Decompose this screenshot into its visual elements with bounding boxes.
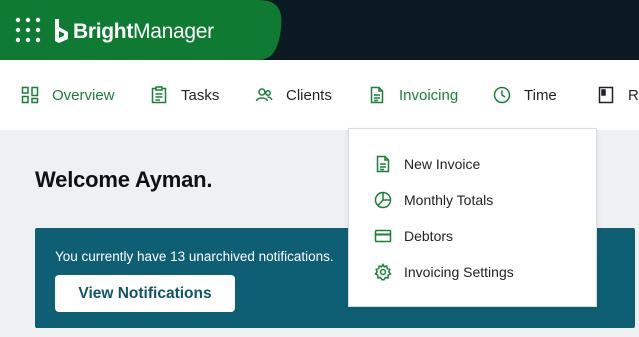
menu-label-monthly-totals: Monthly Totals [404, 192, 494, 208]
app-launcher-icon[interactable] [14, 15, 42, 45]
notifications-message: You currently have 13 unarchived notific… [55, 249, 334, 264]
nav-label-invoicing: Invoicing [399, 86, 459, 104]
clock-icon [493, 86, 511, 104]
nav-item-overview[interactable]: Overview [21, 60, 115, 130]
page-title: Welcome Ayman. [35, 167, 213, 192]
credit-card-icon [374, 227, 392, 245]
app-header: BrightManager [0, 0, 639, 60]
nav-label-clients: Clients [286, 86, 332, 104]
menu-item-monthly-totals[interactable]: Monthly Totals [349, 182, 598, 218]
nav-item-tasks[interactable]: Tasks [150, 60, 219, 130]
nav-label-overview: Overview [52, 86, 115, 104]
invoicing-dropdown-menu: New Invoice Monthly Totals Debtors Invoi… [348, 128, 597, 307]
document-icon [374, 155, 392, 173]
logo-text-bold: Bright [73, 19, 134, 43]
logo-b-icon [55, 19, 68, 43]
nav-item-invoicing[interactable]: Invoicing [368, 60, 458, 130]
nav-item-clients[interactable]: Clients [255, 60, 332, 130]
report-icon [597, 86, 615, 104]
menu-item-new-invoice[interactable]: New Invoice [349, 146, 598, 182]
users-icon [255, 86, 273, 104]
menu-label-invoicing-settings: Invoicing Settings [404, 264, 514, 280]
menu-item-invoicing-settings[interactable]: Invoicing Settings [349, 254, 598, 290]
nav-item-reports[interactable]: Re [597, 60, 639, 130]
clipboard-icon [150, 86, 168, 104]
menu-label-new-invoice: New Invoice [404, 156, 481, 172]
gear-icon [374, 263, 392, 281]
brightmanager-logo[interactable]: BrightManager [53, 17, 214, 45]
view-notifications-button[interactable]: View Notifications [55, 275, 235, 312]
menu-label-debtors: Debtors [404, 228, 454, 244]
logo-text-thin: Manager [133, 19, 214, 43]
document-icon [368, 86, 386, 104]
nav-label-reports: Re [628, 86, 639, 104]
pie-chart-icon [374, 191, 392, 209]
overview-grid-icon [21, 86, 39, 104]
main-nav: Overview Tasks Clients Invoicing Time R [0, 60, 639, 130]
nav-item-time[interactable]: Time [493, 60, 557, 130]
nav-label-tasks: Tasks [181, 86, 220, 104]
menu-item-debtors[interactable]: Debtors [349, 218, 598, 254]
nav-label-time: Time [524, 86, 557, 104]
